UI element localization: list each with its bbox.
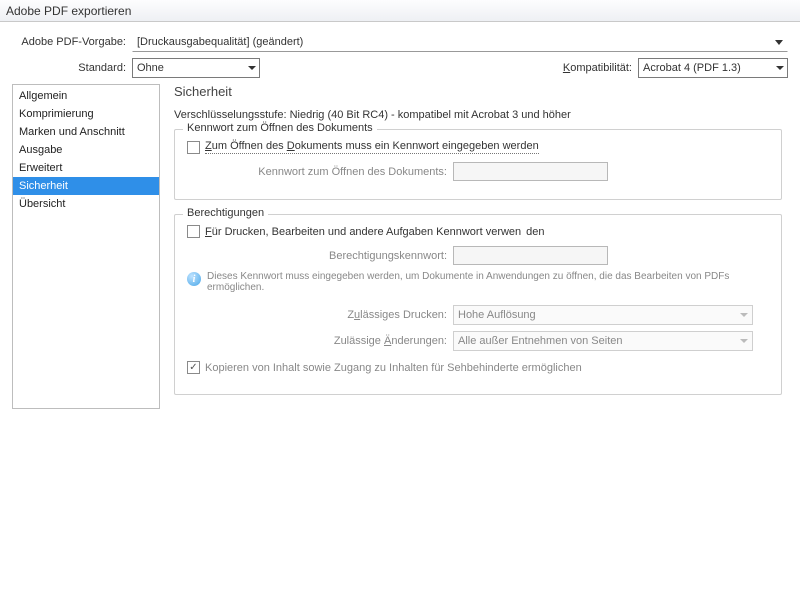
compat-label: KKompatibilität:ompatibilität: xyxy=(563,62,638,74)
perm-password-input[interactable] xyxy=(453,246,608,265)
require-open-password-label: Zum Öffnen des Dokuments muss ein Kennwo… xyxy=(205,140,539,154)
open-password-label: Kennwort zum Öffnen des Dokuments: xyxy=(187,166,447,178)
window-title: Adobe PDF exportieren xyxy=(6,4,131,18)
chevron-down-icon xyxy=(740,339,748,343)
print-allowed-value: Hohe Auflösung xyxy=(458,309,536,321)
changes-allowed-select[interactable]: Alle außer Entnehmen von Seiten xyxy=(453,331,753,351)
use-perm-password-label: Für Drucken, Bearbeiten und andere Aufga… xyxy=(205,226,521,238)
print-allowed-label: Zulässiges Drucken: xyxy=(187,309,447,321)
changes-allowed-label: Zulässige Änderungen: xyxy=(187,335,447,347)
perm-password-label: Berechtigungskennwort: xyxy=(187,250,447,262)
section-title: Sicherheit xyxy=(174,84,782,99)
sidebar-item-komprimierung[interactable]: Komprimierung xyxy=(13,105,159,123)
standard-value: Ohne xyxy=(137,62,164,74)
perm-info-text: Dieses Kennwort muss eingegeben werden, … xyxy=(207,271,769,293)
info-icon: i xyxy=(187,272,201,286)
encryption-level-text: Verschlüsselungsstufe: Niedrig (40 Bit R… xyxy=(174,109,782,121)
preset-label: Adobe PDF-Vorgabe: xyxy=(12,36,132,48)
sidebar-item-allgemein[interactable]: Allgemein xyxy=(13,87,159,105)
enable-copy-access-checkbox[interactable] xyxy=(187,361,200,374)
open-password-legend: Kennwort zum Öffnen des Dokuments xyxy=(183,122,377,134)
sidebar-item-übersicht[interactable]: Übersicht xyxy=(13,195,159,213)
chevron-down-icon xyxy=(776,66,784,70)
chevron-down-icon xyxy=(775,40,783,45)
standard-select[interactable]: Ohne xyxy=(132,58,260,78)
sidebar-item-erweitert[interactable]: Erweitert xyxy=(13,159,159,177)
chevron-down-icon xyxy=(248,66,256,70)
compat-select[interactable]: Acrobat 4 (PDF 1.3) xyxy=(638,58,788,78)
permissions-group: Berechtigungen Für Drucken, Bearbeiten u… xyxy=(174,214,782,395)
chevron-down-icon xyxy=(740,313,748,317)
preset-value: [Druckausgabequalität] (geändert) xyxy=(137,36,303,48)
sidebar-item-ausgabe[interactable]: Ausgabe xyxy=(13,141,159,159)
sidebar-item-marken-und-anschnitt[interactable]: Marken und Anschnitt xyxy=(13,123,159,141)
preset-select[interactable]: [Druckausgabequalität] (geändert) xyxy=(132,32,788,52)
require-open-password-checkbox[interactable] xyxy=(187,141,200,154)
print-allowed-select[interactable]: Hohe Auflösung xyxy=(453,305,753,325)
open-password-input[interactable] xyxy=(453,162,608,181)
compat-value: Acrobat 4 (PDF 1.3) xyxy=(643,62,741,74)
category-sidebar: AllgemeinKomprimierungMarken und Anschni… xyxy=(12,84,160,409)
use-perm-password-checkbox[interactable] xyxy=(187,225,200,238)
enable-copy-access-label: Kopieren von Inhalt sowie Zugang zu Inha… xyxy=(205,362,582,374)
changes-allowed-value: Alle außer Entnehmen von Seiten xyxy=(458,335,623,347)
open-password-group: Kennwort zum Öffnen des Dokuments Zum Öf… xyxy=(174,129,782,200)
standard-label: Standard: xyxy=(12,62,132,74)
permissions-legend: Berechtigungen xyxy=(183,207,268,219)
window-titlebar: Adobe PDF exportieren xyxy=(0,0,800,22)
sidebar-item-sicherheit[interactable]: Sicherheit xyxy=(13,177,159,195)
